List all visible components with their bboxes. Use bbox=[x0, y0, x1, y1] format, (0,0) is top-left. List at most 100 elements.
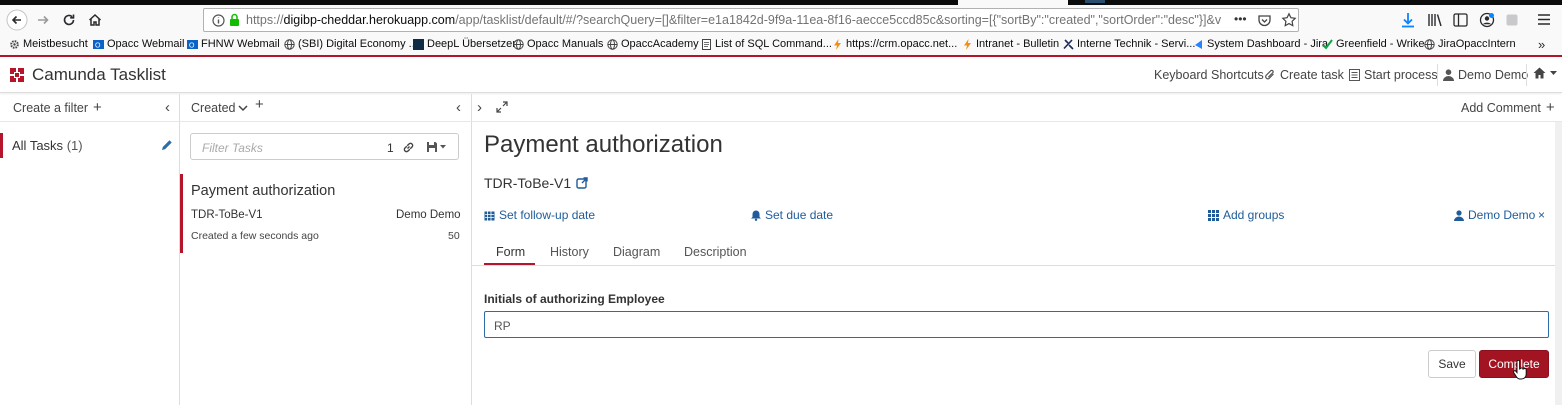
svg-text:O: O bbox=[95, 42, 101, 49]
deepl-icon bbox=[413, 38, 424, 50]
filter-tasks-input[interactable]: Filter Tasks 1 bbox=[190, 133, 459, 160]
collapse-list-chevron-icon[interactable]: ‹ bbox=[456, 99, 461, 116]
app-brand[interactable]: Camunda Tasklist bbox=[10, 65, 166, 85]
url-bar[interactable]: https://digibp-cheddar.herokuapp.com/app… bbox=[203, 8, 1299, 32]
bookmark-item[interactable]: OpaccAcademy bbox=[607, 38, 699, 50]
paperclip-icon bbox=[1265, 69, 1274, 80]
detail-scrollbar[interactable] bbox=[1555, 122, 1562, 405]
hamburger-menu-icon[interactable] bbox=[1537, 13, 1551, 26]
bookmarks-overflow-chevron-icon[interactable]: » bbox=[1538, 37, 1545, 52]
bookmark-item[interactable]: System Dashboard - Jira bbox=[1193, 38, 1328, 50]
task-name: Payment authorization bbox=[191, 183, 336, 199]
doc-icon bbox=[702, 38, 711, 50]
app-title: Camunda Tasklist bbox=[32, 65, 166, 84]
back-button[interactable] bbox=[5, 9, 29, 31]
reload-button[interactable] bbox=[57, 9, 81, 31]
add-groups-link[interactable]: Add groups bbox=[1208, 208, 1284, 222]
user-menu[interactable]: Demo Demo bbox=[1443, 68, 1528, 82]
bookmark-item[interactable]: O Opacc Webmail bbox=[93, 38, 184, 50]
forward-button[interactable] bbox=[31, 9, 55, 31]
column-divider bbox=[471, 94, 472, 405]
save-button[interactable]: Save bbox=[1428, 350, 1476, 378]
list-icon bbox=[1349, 69, 1360, 81]
bookmark-item[interactable]: Interne Technik - Servi... bbox=[1063, 38, 1195, 50]
bookmark-item[interactable]: DeepL Übersetzer bbox=[413, 38, 516, 50]
extension-icon[interactable] bbox=[1505, 13, 1519, 27]
create-task-link[interactable]: Create task bbox=[1264, 68, 1344, 82]
tab-diagram[interactable]: Diagram bbox=[613, 245, 660, 259]
gear-icon bbox=[10, 39, 19, 49]
bookmark-item[interactable]: Intranet - Bulletin bbox=[962, 38, 1059, 50]
tasklist-column-header: Created + ‹ bbox=[191, 94, 471, 121]
page-actions-menu[interactable]: ••• bbox=[1234, 12, 1247, 26]
wrench-icon bbox=[1063, 38, 1074, 50]
tab-form[interactable]: Form bbox=[496, 245, 525, 259]
plus-icon: + bbox=[1545, 99, 1555, 116]
task-list-item[interactable]: Payment authorization TDR-ToBe-V1 Demo D… bbox=[180, 174, 471, 253]
plus-icon: + bbox=[93, 99, 102, 116]
hand-cursor-icon bbox=[1512, 360, 1528, 380]
reload-icon bbox=[63, 14, 75, 26]
task-count: 1 bbox=[387, 141, 394, 155]
remove-assignee-close-icon[interactable]: × bbox=[1538, 208, 1545, 222]
create-filter-button[interactable]: Create a filter + bbox=[13, 99, 102, 116]
back-arrow-icon bbox=[6, 9, 28, 31]
filter-tasks-placeholder: Filter Tasks bbox=[202, 141, 263, 155]
downloads-icon[interactable] bbox=[1401, 12, 1415, 28]
keyboard-shortcuts-link[interactable]: Keyboard Shortcuts bbox=[1154, 68, 1264, 82]
bookmark-item[interactable]: Opacc Manuals bbox=[513, 38, 603, 50]
tab-description[interactable]: Description bbox=[684, 245, 747, 259]
bookmark-item[interactable]: Meistbesucht bbox=[9, 38, 88, 50]
task-priority: 50 bbox=[448, 230, 460, 242]
set-follow-up-date-link[interactable]: Set follow-up date bbox=[484, 208, 595, 222]
check-icon bbox=[1322, 38, 1333, 50]
bookmark-item[interactable]: (SBI) Digital Economy ... bbox=[284, 38, 418, 50]
pocket-icon[interactable] bbox=[1257, 13, 1272, 28]
assignee-link[interactable]: Demo Demo bbox=[1454, 208, 1535, 222]
task-created: Created a few seconds ago bbox=[191, 230, 319, 242]
user-icon bbox=[1443, 69, 1454, 81]
filter-count: (1) bbox=[66, 138, 83, 153]
bookmark-item[interactable]: Greenfield - Wrike bbox=[1322, 38, 1424, 50]
add-sorting-plus-icon[interactable]: + bbox=[255, 96, 264, 113]
set-due-date-link[interactable]: Set due date bbox=[751, 208, 833, 222]
svg-text:O: O bbox=[189, 42, 195, 49]
process-definition-link[interactable]: TDR-ToBe-V1 bbox=[484, 175, 588, 191]
authorizing-employee-initials-input[interactable]: RP bbox=[484, 311, 1549, 338]
input-value: RP bbox=[494, 319, 511, 333]
bookmark-item[interactable]: List of SQL Command... bbox=[701, 38, 832, 50]
sort-dropdown[interactable]: Created bbox=[191, 101, 249, 115]
collapse-filters-chevron-icon[interactable]: ‹ bbox=[165, 99, 170, 116]
bookmark-star-icon[interactable] bbox=[1281, 12, 1297, 28]
tab-history[interactable]: History bbox=[550, 245, 589, 259]
account-icon[interactable] bbox=[1479, 12, 1495, 28]
secure-lock-icon bbox=[229, 13, 240, 27]
sidebar-toggle-icon[interactable] bbox=[1453, 13, 1468, 27]
filter-item-all-tasks[interactable]: All Tasks (1) bbox=[0, 133, 179, 158]
forward-arrow-icon bbox=[38, 15, 49, 25]
globe-icon bbox=[284, 38, 295, 50]
expand-chevron-icon[interactable]: › bbox=[477, 99, 482, 116]
fullscreen-icon[interactable] bbox=[496, 101, 508, 113]
edit-filter-pencil-icon[interactable] bbox=[161, 139, 173, 151]
library-icon[interactable] bbox=[1427, 13, 1443, 27]
save-search-dropdown[interactable] bbox=[426, 141, 446, 153]
start-process-link[interactable]: Start process bbox=[1349, 68, 1438, 82]
link-icon[interactable] bbox=[402, 141, 415, 154]
bookmark-item[interactable]: JiraOpaccIntern bbox=[1424, 38, 1516, 50]
form-field-label: Initials of authorizing Employee bbox=[484, 292, 665, 306]
bookmark-item[interactable]: https://crm.opacc.net... bbox=[832, 38, 957, 50]
app-header: Camunda Tasklist Keyboard Shortcuts Crea… bbox=[0, 57, 1562, 93]
globe-icon bbox=[513, 38, 524, 50]
home-button[interactable] bbox=[83, 9, 107, 31]
task-assignee: Demo Demo bbox=[396, 209, 461, 221]
bookmark-item[interactable]: O FHNW Webmail bbox=[187, 38, 280, 50]
task-title: Payment authorization bbox=[484, 131, 723, 158]
globe-icon bbox=[1424, 38, 1435, 50]
info-icon[interactable] bbox=[212, 14, 225, 27]
add-comment-button[interactable]: Add Comment + bbox=[1461, 99, 1555, 116]
globe-icon bbox=[607, 38, 618, 50]
home-menu[interactable] bbox=[1533, 67, 1557, 79]
floppy-disk-icon bbox=[427, 142, 437, 152]
filters-column-header: Create a filter + ‹ bbox=[13, 94, 179, 121]
